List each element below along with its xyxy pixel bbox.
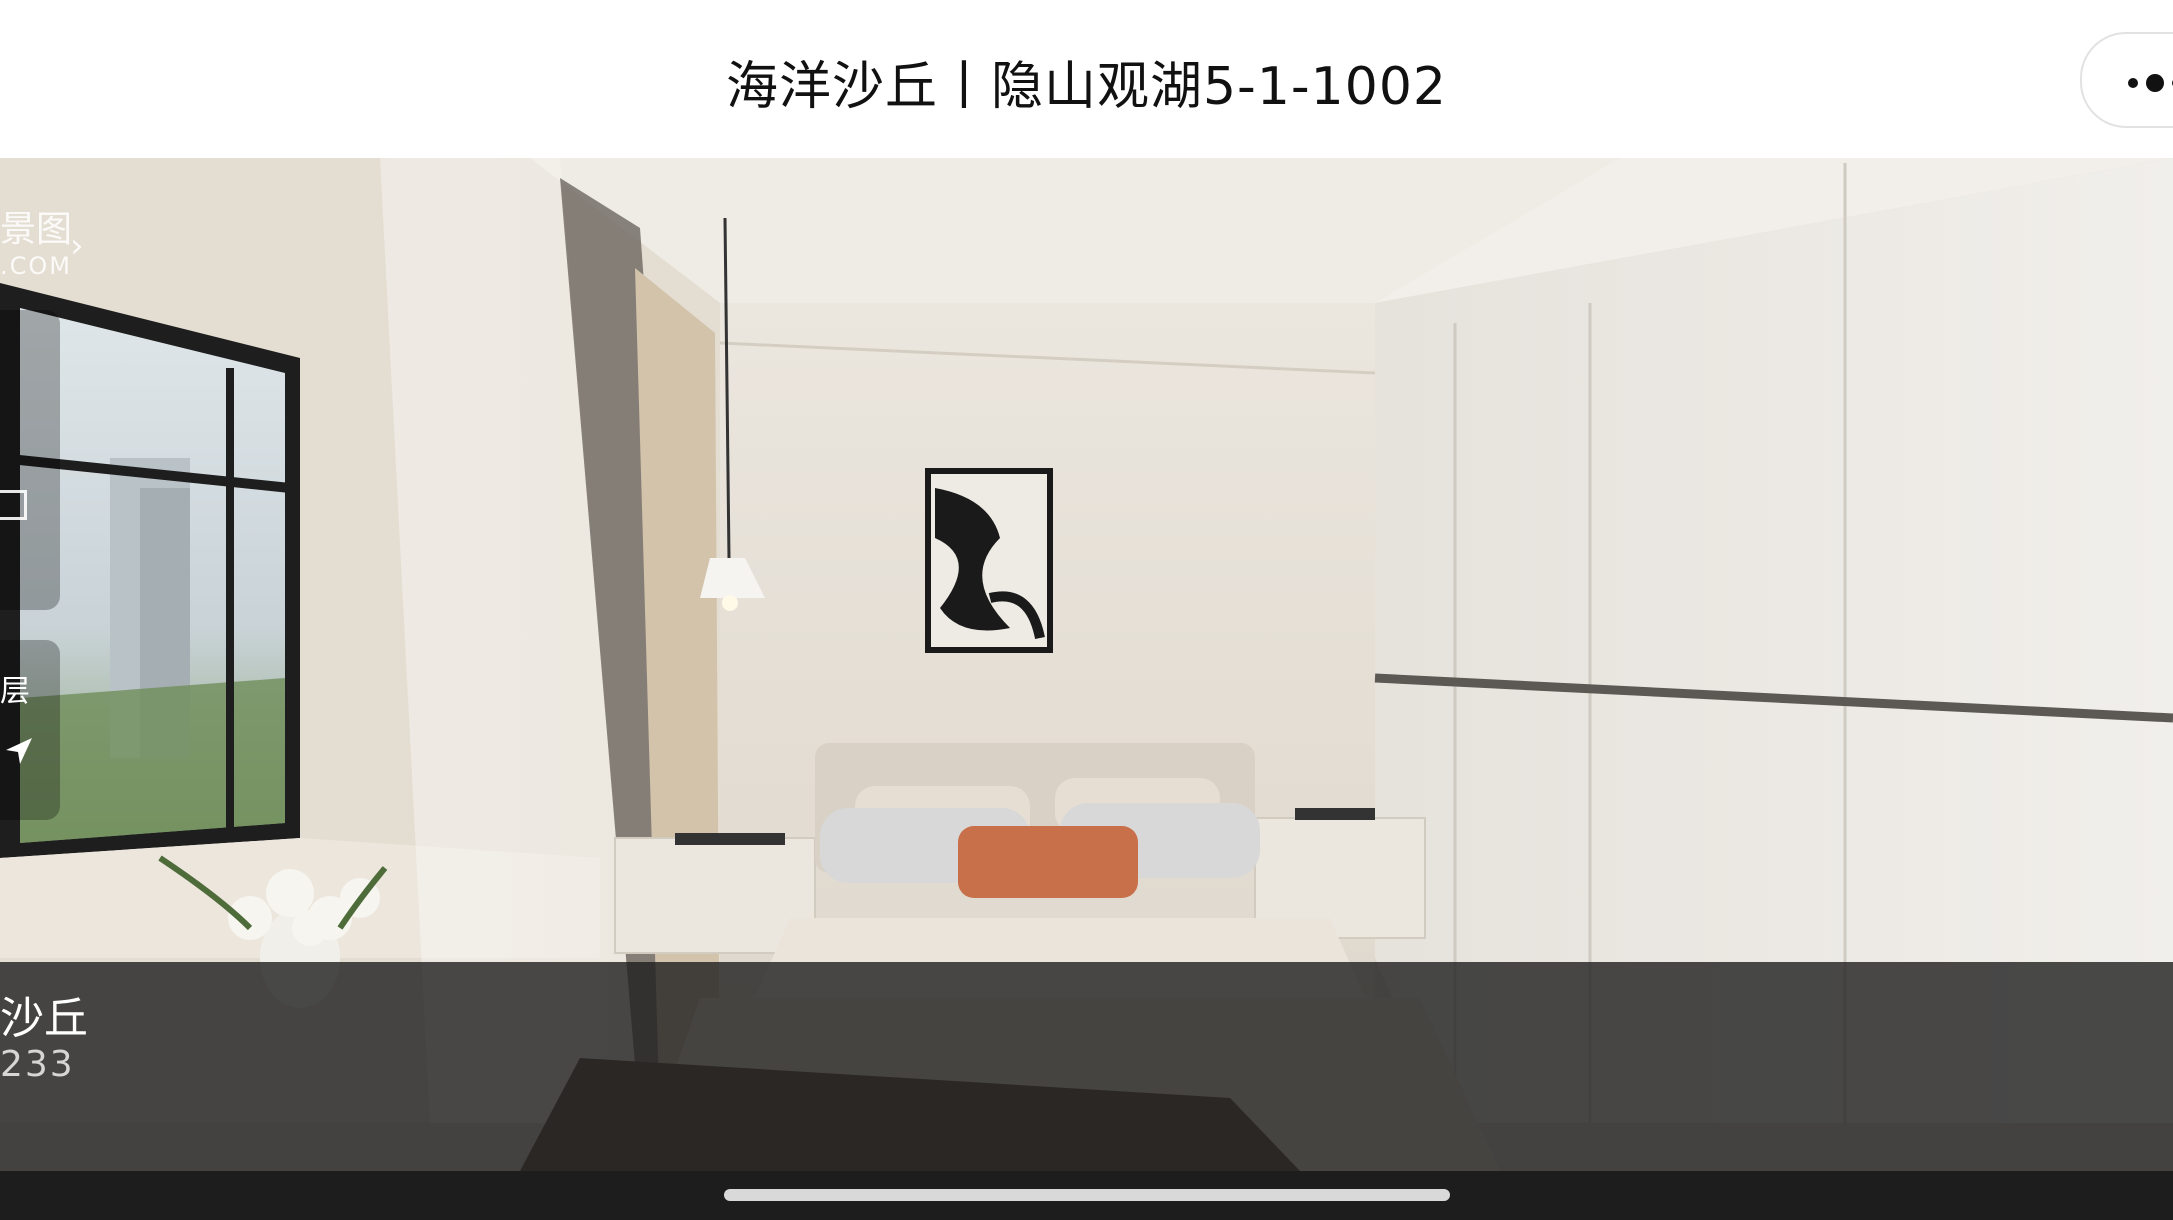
brand-name: 景图 bbox=[0, 209, 73, 250]
home-indicator[interactable] bbox=[724, 1189, 1450, 1201]
floor-label[interactable]: 层 bbox=[0, 666, 30, 710]
more-dots-icon-dot bbox=[2146, 74, 2164, 92]
navigation-arrow-icon[interactable] bbox=[4, 736, 34, 766]
house-info-overlay: 沙丘 233 bbox=[0, 962, 2173, 1171]
more-menu-button[interactable] bbox=[2080, 32, 2173, 128]
brand-link[interactable]: 景图 .COM › bbox=[0, 209, 84, 281]
chevron-right-icon: › bbox=[70, 226, 84, 266]
more-dots-icon bbox=[2128, 78, 2138, 88]
house-subtitle: 233 bbox=[0, 1044, 75, 1085]
view-mode-panel[interactable] bbox=[0, 310, 60, 610]
floorplan-icon[interactable] bbox=[0, 490, 27, 520]
page-title: 海洋沙丘丨隐山观湖5-1-1002 bbox=[725, 57, 1448, 117]
floor-nav-panel[interactable]: 层 bbox=[0, 640, 60, 820]
house-name: 沙丘 bbox=[0, 993, 88, 1044]
brand-domain: .COM bbox=[0, 252, 72, 280]
system-bottom-bar bbox=[0, 1171, 2173, 1220]
title-bar: 海洋沙丘丨隐山观湖5-1-1002 bbox=[0, 0, 2173, 158]
